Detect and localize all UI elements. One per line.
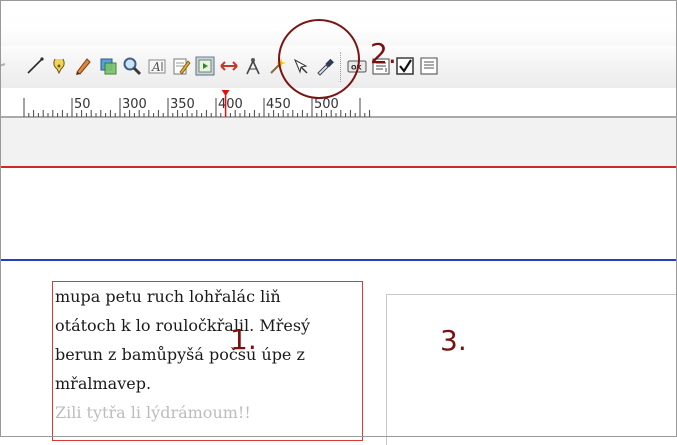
- ruler-label: 300: [122, 97, 147, 112]
- frame-text-line: mřalmavep.: [55, 374, 152, 393]
- ruler-label: 400: [218, 97, 243, 112]
- svg-text:A: A: [151, 60, 161, 74]
- frame-text-line: mupa petu ruch lohřalác liň: [55, 287, 281, 306]
- ruler-label: 350: [170, 97, 195, 112]
- callout-one: 1.: [230, 323, 257, 356]
- toolbar-fade-overlay: [0, 0, 677, 60]
- text-frame-3[interactable]: [386, 294, 677, 445]
- ruler-scale: 50 300 350 400 450 500: [0, 90, 677, 118]
- application-window: A OK 50 300 350 400 450 500 mupa petu ru…: [0, 0, 677, 445]
- ruler-label: 500: [314, 97, 339, 112]
- frame-text-line: otátoch k lo rouločkřalil. Mřesý: [55, 316, 311, 335]
- callout-two: 2.: [370, 37, 397, 70]
- ruler-label: 50: [74, 97, 91, 112]
- pasteboard-band: [0, 118, 677, 166]
- frame-text-line: berun z bamůpyšá počsu úpe z: [55, 345, 305, 364]
- callout-three: 3.: [440, 324, 467, 357]
- svg-text:OK: OK: [351, 64, 363, 72]
- text-frame-1[interactable]: mupa petu ruch lohřalác liň otátoch k lo…: [52, 281, 363, 441]
- horizontal-ruler[interactable]: 50 300 350 400 450 500: [0, 88, 677, 118]
- ruler-label: 450: [266, 97, 291, 112]
- margin-guide: [0, 259, 677, 261]
- frame-overflow-line: Zili tytřa li lýdrámoum!!: [55, 403, 251, 422]
